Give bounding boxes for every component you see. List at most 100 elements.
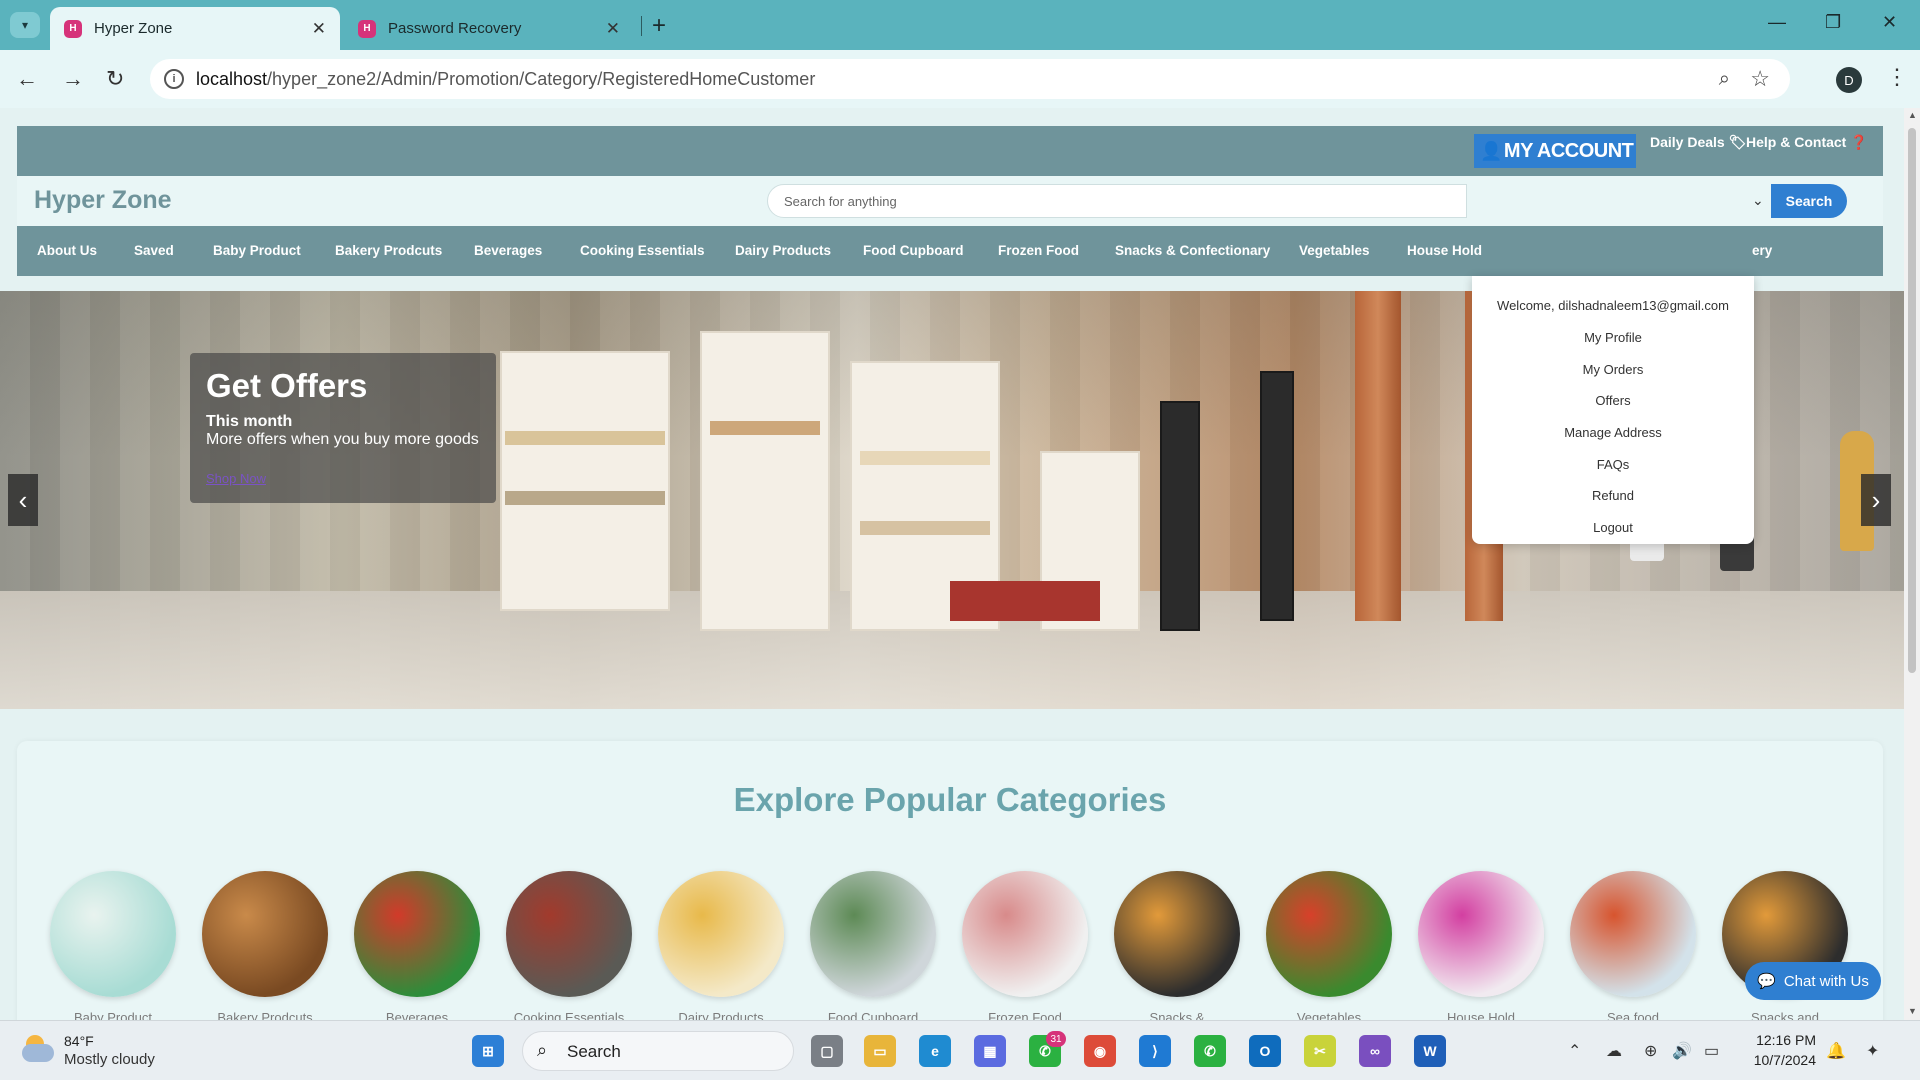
category-card[interactable]: Dairy Products [656,871,786,1020]
nav-item-dairy-products[interactable]: Dairy Products [735,243,831,258]
category-label[interactable]: Vegetables [1264,1010,1394,1020]
scroll-up-icon[interactable]: ▲ [1908,110,1917,120]
bookmark-star-icon[interactable]: ☆ [1750,66,1770,92]
category-image[interactable] [1114,871,1240,997]
category-image[interactable] [506,871,632,997]
browser-menu-icon[interactable]: ⋮ [1886,64,1908,90]
copilot-icon[interactable]: ✦ [1866,1041,1879,1061]
category-label[interactable]: Sea food [1568,1010,1698,1020]
nav-item-grocery[interactable]: ery [1752,243,1772,258]
menu-item-manage-address[interactable]: Manage Address [1472,425,1754,440]
category-label[interactable]: Dairy Products [656,1010,786,1020]
windows-start-icon[interactable]: ⊞ [472,1035,504,1067]
carousel-next-icon[interactable]: › [1861,474,1891,526]
search-button[interactable]: Search [1771,184,1847,218]
vscode-icon[interactable]: ⟩ [1139,1035,1171,1067]
new-tab-button[interactable]: + [652,12,666,40]
hero-shop-link[interactable]: Shop Now [206,471,266,486]
nav-item-saved[interactable]: Saved [134,243,174,258]
nav-item-beverages[interactable]: Beverages [474,243,542,258]
chrome-icon[interactable]: ◉ [1084,1035,1116,1067]
profile-avatar[interactable]: D [1836,67,1862,93]
nav-item-frozen-food[interactable]: Frozen Food [998,243,1079,258]
battery-icon[interactable]: ▭ [1704,1041,1719,1061]
site-logo-text[interactable]: Hyper Zone [34,186,172,215]
close-tab-icon[interactable]: ✕ [312,19,326,39]
nav-item-about-us[interactable]: About Us [37,243,97,258]
network-icon[interactable]: ⊕ [1644,1041,1657,1061]
category-label[interactable]: House Hold [1416,1010,1546,1020]
outlook-icon[interactable]: O [1249,1035,1281,1067]
category-card[interactable]: Beverages [352,871,482,1020]
forward-icon[interactable]: → [62,66,84,92]
back-icon[interactable]: ← [16,66,38,92]
notification-bell-icon[interactable]: 🔔 [1826,1041,1846,1061]
category-image[interactable] [1266,871,1392,997]
category-card[interactable]: Frozen Food [960,871,1090,1020]
help-contact-link[interactable]: Help & Contact ❓ [1746,134,1868,151]
nav-item-cooking-essentials[interactable]: Cooking Essentials [580,243,705,258]
category-image[interactable] [658,871,784,997]
category-card[interactable]: House Hold [1416,871,1546,1020]
close-window-icon[interactable]: ✕ [1882,12,1897,33]
search-category-dropdown-icon[interactable]: ⌄ [1752,192,1764,209]
zoom-icon[interactable]: ⌕ [1719,68,1730,91]
taskbar-search-input[interactable]: ⌕ Search [522,1031,794,1071]
nav-item-house-hold[interactable]: House Hold [1407,243,1482,258]
category-card[interactable]: Cooking Essentials [504,871,634,1020]
restore-icon[interactable]: ❐ [1825,12,1841,33]
daily-deals-link[interactable]: Daily Deals 🏷 [1650,134,1746,151]
category-image[interactable] [1570,871,1696,997]
category-label[interactable]: Bakery Prodcuts [200,1010,330,1020]
whatsapp-web-icon[interactable]: ✆ [1194,1035,1226,1067]
show-hidden-icons-icon[interactable]: ⌃ [1568,1041,1581,1061]
tab-search-button[interactable]: ▾ [10,12,40,38]
task-view-icon[interactable]: ▢ [811,1035,843,1067]
category-image[interactable] [50,871,176,997]
page-scrollbar[interactable]: ▲ ▼ [1904,108,1920,1020]
menu-item-my-orders[interactable]: My Orders [1472,362,1754,377]
category-label[interactable]: Beverages [352,1010,482,1020]
category-card[interactable]: Snacks & [1112,871,1242,1020]
edge-icon[interactable]: e [919,1035,951,1067]
nav-item-snacks[interactable]: Snacks & Confectionary [1115,243,1270,258]
weather-icon[interactable] [22,1035,56,1063]
category-image[interactable] [962,871,1088,997]
category-label[interactable]: Snacks & [1112,1010,1242,1020]
store-icon[interactable]: ▦ [974,1035,1006,1067]
menu-item-refund[interactable]: Refund [1472,488,1754,503]
volume-icon[interactable]: 🔊 [1672,1041,1692,1061]
chat-with-us-button[interactable]: 💬 Chat with Us [1745,962,1881,1000]
nav-item-food-cupboard[interactable]: Food Cupboard [863,243,963,258]
tab-password-recovery[interactable]: H Password Recovery ✕ [344,7,634,50]
category-card[interactable]: Bakery Prodcuts [200,871,330,1020]
category-label[interactable]: Baby Product [48,1010,178,1020]
category-card[interactable]: Sea food [1568,871,1698,1020]
tab-hyper-zone[interactable]: H Hyper Zone ✕ [50,7,340,50]
url-input[interactable]: i localhost/hyper_zone2/Admin/Promotion/… [150,59,1790,99]
my-account-button[interactable]: 👤 MY ACCOUNT [1474,134,1636,168]
site-info-icon[interactable]: i [164,69,184,89]
category-label[interactable]: Cooking Essentials [504,1010,634,1020]
visual-studio-icon[interactable]: ∞ [1359,1035,1391,1067]
clock-time[interactable]: 12:16 PM [1750,1032,1816,1048]
clock-date[interactable]: 10/7/2024 [1740,1052,1816,1068]
snipping-tool-icon[interactable]: ✂ [1304,1035,1336,1067]
nav-item-bakery-products[interactable]: Bakery Prodcuts [335,243,442,258]
category-card[interactable]: Food Cupboard [808,871,938,1020]
menu-item-faqs[interactable]: FAQs [1472,457,1754,472]
menu-item-my-profile[interactable]: My Profile [1472,330,1754,345]
category-label[interactable]: Frozen Food [960,1010,1090,1020]
minimize-icon[interactable]: — [1768,12,1786,33]
menu-item-offers[interactable]: Offers [1472,393,1754,408]
category-image[interactable] [202,871,328,997]
category-image[interactable] [354,871,480,997]
nav-item-baby-product[interactable]: Baby Product [213,243,301,258]
category-image[interactable] [810,871,936,997]
search-input[interactable]: Search for anything [767,184,1467,218]
close-tab-icon[interactable]: ✕ [606,19,620,39]
carousel-prev-icon[interactable]: ‹ [8,474,38,526]
category-card[interactable]: Baby Product [48,871,178,1020]
word-icon[interactable]: W [1414,1035,1446,1067]
category-card[interactable]: Vegetables [1264,871,1394,1020]
